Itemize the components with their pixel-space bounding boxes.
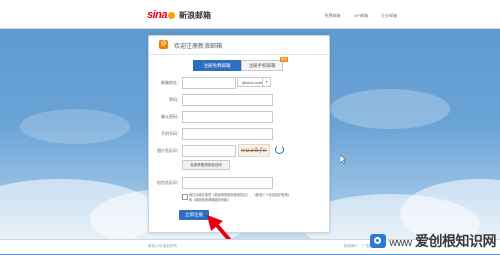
agreement-text: 我已阅读并接受《新浪网络服务使用协议》、《新浪个人信息保护政策》 和《新浪免费邮… bbox=[189, 193, 319, 203]
mail-icon: @ bbox=[159, 40, 168, 49]
sms-code-input[interactable] bbox=[182, 177, 273, 189]
phone-row: 手机号码： bbox=[149, 128, 329, 140]
chevron-down-icon: ▾ bbox=[262, 78, 270, 86]
card-title: 欢迎注册新浪邮箱 bbox=[174, 44, 223, 50]
watermark-domain: www bbox=[389, 237, 412, 249]
captcha-input[interactable] bbox=[182, 145, 236, 157]
captcha-text: xuabfc bbox=[241, 147, 268, 154]
logo-text: 新浪邮箱 bbox=[179, 10, 212, 20]
email-label: 邮箱地址： bbox=[161, 80, 181, 85]
captcha-label: 图片验证码： bbox=[157, 148, 181, 153]
footer-link-about[interactable]: 新浪简介 bbox=[344, 244, 358, 249]
domain-select[interactable]: @sina.com ▾ bbox=[237, 77, 271, 87]
domain-value: @sina.com bbox=[242, 80, 263, 85]
divider: | bbox=[346, 13, 348, 18]
phone-label: 手机号码： bbox=[161, 131, 181, 136]
cloud bbox=[20, 109, 130, 144]
password-row: 密码： bbox=[149, 94, 329, 106]
tab-mobile-mail[interactable]: 注册手机邮箱 免费 bbox=[241, 57, 288, 71]
link-enterprise-mail[interactable]: 企业邮箱 bbox=[381, 13, 397, 19]
confirm-password-input[interactable] bbox=[182, 111, 273, 123]
get-sms-code-button[interactable]: 免费获取短信验证码 bbox=[182, 160, 230, 170]
logo-eye-icon bbox=[168, 11, 176, 19]
email-row: 邮箱地址： @sina.com ▾ bbox=[149, 77, 329, 89]
confirm-password-label: 确认密码： bbox=[161, 114, 181, 119]
watermark-logo-icon bbox=[370, 234, 387, 248]
agreement-line-2[interactable]: 和《新浪免费邮箱服务条款》 bbox=[189, 198, 319, 203]
cloud bbox=[400, 179, 500, 239]
confirm-password-row: 确认密码： bbox=[149, 111, 329, 123]
free-badge: 免费 bbox=[279, 57, 288, 62]
email-input[interactable] bbox=[182, 77, 236, 89]
divider: | bbox=[373, 13, 375, 18]
link-vip-mail[interactable]: VIP邮箱 bbox=[354, 13, 368, 19]
sms-code-label: 短信验证码： bbox=[157, 180, 181, 185]
top-bar: sina 新浪邮箱 免费邮箱 | VIP邮箱 | 企业邮箱 bbox=[0, 0, 500, 29]
password-input[interactable] bbox=[182, 94, 273, 106]
registration-card: @ 欢迎注册新浪邮箱 注册免费邮箱 注册手机邮箱 免费 邮箱地址： @sina.… bbox=[148, 35, 330, 233]
tab-free-mail[interactable]: 注册免费邮箱 bbox=[193, 60, 241, 71]
password-label: 密码： bbox=[169, 97, 181, 102]
mouse-cursor-icon bbox=[340, 155, 346, 164]
agreement-checkbox[interactable] bbox=[182, 194, 188, 200]
sms-code-row: 短信验证码： bbox=[149, 177, 329, 189]
tab-mobile-mail-label: 注册手机邮箱 bbox=[248, 63, 276, 68]
sms-button-row: 免费获取短信验证码 bbox=[149, 160, 329, 172]
phone-input[interactable] bbox=[182, 128, 273, 140]
watermark: www 爱创根知识网 bbox=[370, 231, 497, 251]
link-free-mail[interactable]: 免费邮箱 bbox=[324, 13, 340, 19]
watermark-title: 爱创根知识网 bbox=[415, 233, 497, 249]
sina-mail-logo[interactable]: sina 新浪邮箱 bbox=[147, 9, 211, 21]
captcha-row: 图片验证码： xuabfc bbox=[149, 144, 329, 157]
watermark-text: www 爱创根知识网 bbox=[389, 231, 496, 251]
register-tabs: 注册免费邮箱 注册手机邮箱 免费 bbox=[193, 57, 288, 71]
top-links: 免费邮箱 | VIP邮箱 | 企业邮箱 bbox=[324, 13, 397, 19]
captcha-image[interactable]: xuabfc bbox=[238, 144, 270, 157]
copyright: 新浪公司 版权所有 bbox=[148, 244, 177, 248]
cloud bbox=[330, 89, 450, 129]
refresh-icon[interactable] bbox=[275, 145, 284, 154]
logo-mark: sina bbox=[147, 9, 168, 21]
card-header: @ 欢迎注册新浪邮箱 bbox=[149, 36, 329, 55]
